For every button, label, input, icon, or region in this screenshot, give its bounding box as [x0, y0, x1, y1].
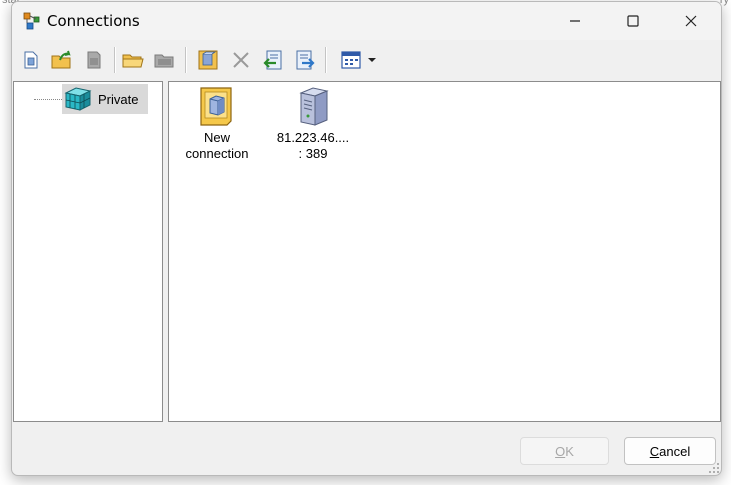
new-button[interactable]	[19, 48, 43, 72]
title-bar[interactable]: Connections	[12, 2, 721, 40]
folder-icon	[122, 54, 144, 68]
toolbar-separator	[185, 47, 187, 73]
delete-document-icon	[87, 51, 101, 69]
ok-button[interactable]: OK	[520, 437, 609, 465]
list-item-server[interactable]: 81.223.46.... : 389	[265, 82, 361, 166]
chevron-down-icon	[368, 58, 376, 62]
delete-connection-button[interactable]	[82, 48, 106, 72]
close-icon	[685, 15, 697, 27]
view-grid-icon	[341, 51, 361, 69]
toolbar	[12, 40, 721, 80]
window-title: Connections	[47, 12, 140, 30]
delete-x-icon	[233, 52, 249, 68]
resize-grip-icon[interactable]	[708, 462, 720, 474]
cancel-label-rest: ancel	[659, 443, 691, 459]
ok-mnemonic: O	[555, 443, 566, 459]
folder-action-button[interactable]	[153, 48, 177, 72]
cancel-button[interactable]: Cancel	[624, 437, 716, 465]
connections-app-icon	[23, 12, 40, 30]
tree-connector-line	[34, 99, 62, 100]
delete-button[interactable]	[229, 48, 253, 72]
new-connection-icon	[200, 87, 232, 126]
view-dropdown-button[interactable]	[337, 48, 381, 72]
toolbar-separator	[114, 47, 116, 73]
ok-label-rest: K	[565, 443, 574, 459]
server-icon	[299, 87, 329, 126]
export-button[interactable]	[293, 48, 317, 72]
list-item-new-connection[interactable]: New connection	[169, 82, 265, 166]
open-folder-arrow-icon	[51, 50, 71, 69]
new-document-icon	[24, 51, 38, 69]
close-button[interactable]	[662, 2, 720, 40]
maximize-icon	[627, 15, 639, 27]
tree-item-private[interactable]: Private	[62, 84, 148, 114]
list-item-label: New connection	[185, 130, 249, 161]
minimize-button[interactable]	[546, 2, 604, 40]
minimize-icon	[570, 20, 580, 22]
new-folder-button[interactable]	[121, 48, 145, 72]
tree-item-label: Private	[98, 92, 139, 107]
maximize-button[interactable]	[604, 2, 662, 40]
list-item-label: 81.223.46.... : 389	[276, 130, 350, 161]
open-button[interactable]	[50, 48, 74, 72]
import-icon	[263, 50, 282, 70]
folder-tree[interactable]: Private	[13, 81, 163, 422]
import-button[interactable]	[261, 48, 285, 72]
private-cube-icon	[64, 87, 92, 111]
cut-folder-icon	[154, 54, 174, 68]
properties-icon	[198, 50, 218, 70]
connections-list[interactable]: New connection 81.223.46.... : 389	[168, 81, 721, 422]
export-icon	[296, 50, 315, 70]
properties-button[interactable]	[196, 48, 220, 72]
connections-dialog: Connections Private New connection 81.22…	[11, 1, 722, 476]
cancel-mnemonic: C	[649, 443, 660, 459]
toolbar-separator	[325, 47, 327, 73]
